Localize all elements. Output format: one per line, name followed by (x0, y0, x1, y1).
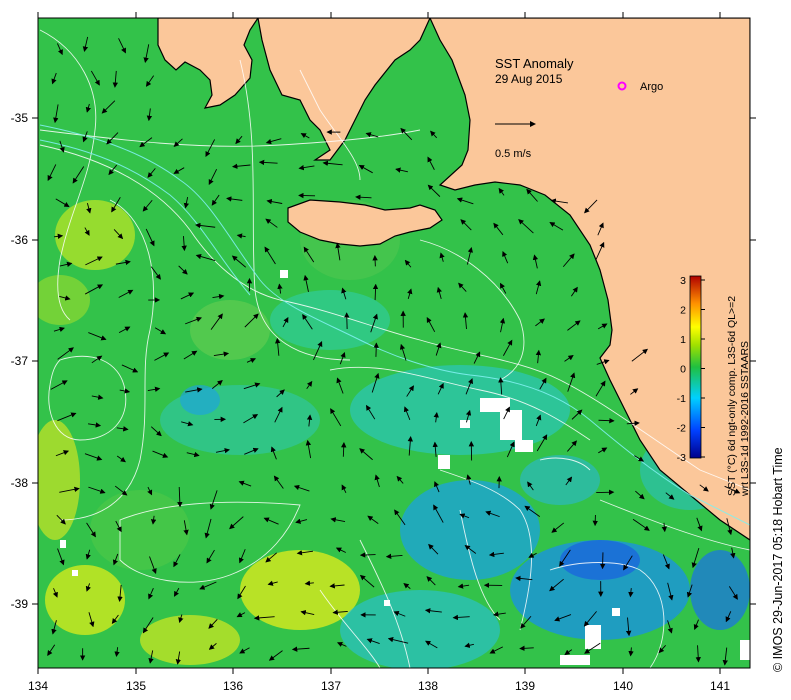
map-title: SST Anomaly (495, 56, 574, 71)
copyright-text: © IMOS 29-Jun-2017 05:18 Hobart Time (771, 447, 785, 672)
x-tick-label: 136 (223, 679, 243, 693)
x-tick-label: 134 (28, 679, 48, 693)
colorbar-caption-line2: wrt L3S-1d 1992-2016 SSTAARS (739, 341, 751, 497)
y-tick-label: -36 (11, 233, 29, 247)
x-tick-label: 140 (613, 679, 633, 693)
current-vector-arrow (598, 417, 615, 424)
colorbar-tick-label: -2 (677, 423, 686, 435)
colorbar-tick-label: 2 (680, 305, 686, 317)
current-vector-arrow (372, 283, 379, 301)
y-tick-label: -38 (11, 476, 29, 490)
y-tick-label: -35 (11, 111, 29, 125)
colorbar-tick-label: -3 (677, 452, 686, 464)
colorbar-tick-label: 1 (680, 334, 686, 346)
current-vector-arrow (341, 441, 347, 457)
current-vector-arrow (359, 552, 376, 558)
plot-area: SST Anomaly 29 Aug 2015 Argo 0.5 m/s (38, 18, 750, 668)
velocity-scale-label: 0.5 m/s (495, 148, 532, 160)
colorbar-scale (689, 275, 702, 459)
colorbar-caption-line1: SST (°C) 6d ngt-only comp. L3S-6d QL>=2 (726, 296, 738, 496)
x-tick-label: 135 (126, 679, 146, 693)
y-tick-label: -39 (11, 597, 29, 611)
x-tick-label: 141 (710, 679, 730, 693)
map-date: 29 Aug 2015 (495, 72, 563, 86)
x-tick-label: 137 (321, 679, 341, 693)
y-tick-label: -37 (11, 354, 29, 368)
x-tick-label: 138 (418, 679, 438, 693)
colorbar-tick-label: 0 (680, 364, 686, 376)
x-tick-label: 139 (515, 679, 535, 693)
argo-label: Argo (640, 81, 663, 93)
colorbar-tick-label: -1 (677, 393, 686, 405)
sst-anomaly-map: SST Anomaly 29 Aug 2015 Argo 0.5 m/s 134… (11, 12, 785, 693)
colorbar-tick-label: 3 (680, 275, 686, 287)
